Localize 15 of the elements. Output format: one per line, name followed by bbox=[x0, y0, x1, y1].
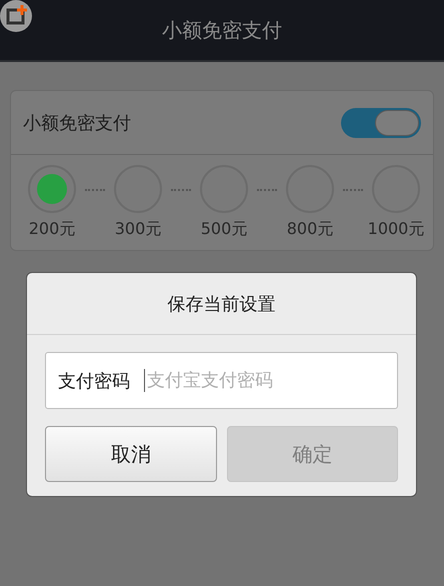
dialog-title: 保存当前设置 bbox=[168, 292, 276, 316]
setting-label: 小额免密支付 bbox=[23, 112, 131, 134]
password-field[interactable]: 支付密码 支付宝支付密码 bbox=[45, 352, 398, 409]
field-label: 支付密码 bbox=[58, 370, 130, 392]
screen-title: 小额免密支付 bbox=[162, 16, 282, 44]
add-window-icon[interactable] bbox=[0, 0, 34, 34]
amount-label: 200元 bbox=[28, 219, 76, 240]
amount-option[interactable] bbox=[28, 165, 76, 213]
dialog-button[interactable]: 取消 bbox=[45, 426, 216, 482]
amount-label: 800元 bbox=[286, 219, 334, 240]
password-input[interactable]: 支付宝支付密码 bbox=[144, 369, 397, 392]
toggle-switch[interactable] bbox=[341, 108, 421, 138]
amount-label: 1000元 bbox=[368, 219, 424, 240]
amount-label: 500元 bbox=[200, 219, 248, 240]
amount-label: 300元 bbox=[114, 219, 162, 240]
